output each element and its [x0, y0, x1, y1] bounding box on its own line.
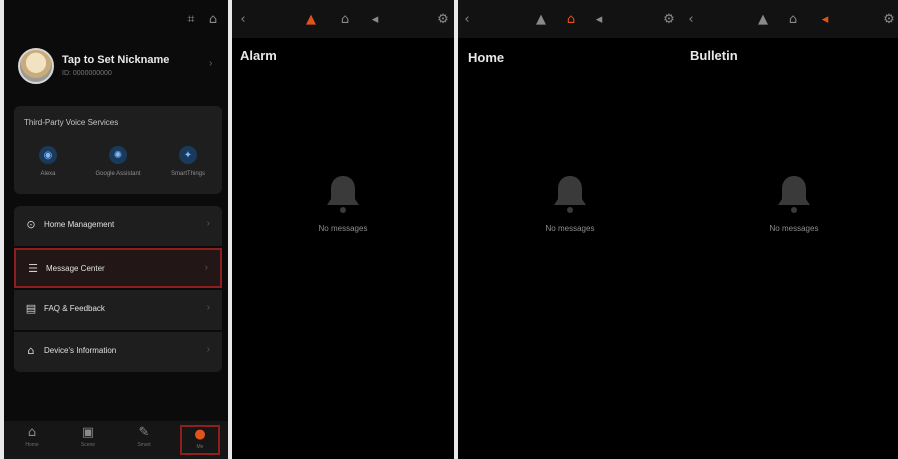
service-alexa[interactable]: ◉ Alexa — [20, 146, 76, 178]
home-tab-icon[interactable]: ⌂ — [562, 10, 580, 28]
alarm-screen: ‹ ▲ ⌂ ◂ ⚙ Alarm No messages — [232, 0, 454, 459]
message-tab-bar: ‹ ▲ ⌂ ◂ ⚙ — [458, 0, 680, 38]
message-icon: ☰ — [28, 262, 38, 275]
chevron-right-icon: › — [204, 262, 208, 273]
device-icon: ⌂ — [27, 344, 35, 357]
bottom-tab-bar: ⌂ Home ▣ Scene ✎ Smart ● Me — [4, 421, 228, 459]
home-icon: ⌂ — [27, 425, 37, 440]
alarm-tab-icon[interactable]: ▲ — [532, 10, 550, 28]
tab-me[interactable]: ● Me — [180, 425, 220, 455]
page-title: Home — [468, 50, 505, 65]
tab-home[interactable]: ⌂ Home — [12, 425, 52, 455]
smartthings-icon: ✦ — [179, 146, 197, 164]
alarm-tab-icon[interactable]: ▲ — [754, 10, 772, 28]
voice-services-card: Third-Party Voice Services ◉ Alexa ✺ Goo… — [14, 106, 222, 194]
menu-home-management[interactable]: ⊙ Home Management › — [14, 206, 222, 246]
bell-icon — [327, 176, 359, 213]
home-tab-icon[interactable]: ⌂ — [784, 10, 802, 28]
back-icon[interactable]: ‹ — [682, 10, 700, 28]
scene-icon: ▣ — [81, 425, 95, 440]
empty-state-text: No messages — [318, 224, 368, 233]
bulletin-tab-icon[interactable]: ◂ — [816, 10, 834, 28]
empty-state-text: No messages — [769, 224, 819, 233]
bell-icon — [778, 176, 810, 213]
home-settings-icon: ⊙ — [26, 218, 36, 231]
faq-icon: ▤ — [25, 302, 37, 315]
home-tab-icon[interactable]: ⌂ — [336, 10, 354, 28]
bulletin-tab-icon[interactable]: ◂ — [366, 10, 384, 28]
me-screen: ⌗ ⌂ Tap to Set Nickname ID: 0000000000 ›… — [4, 0, 228, 459]
nickname[interactable]: Tap to Set Nickname — [62, 54, 169, 66]
bell-icon — [554, 176, 586, 213]
chevron-right-icon: › — [206, 218, 210, 229]
me-icon: ● — [194, 427, 206, 442]
menu-message-center[interactable]: ☰ Message Center › — [14, 248, 222, 288]
home-icon[interactable]: ⌂ — [204, 10, 222, 28]
account-id: ID: 0000000000 — [62, 70, 112, 77]
page-title: Bulletin — [690, 48, 738, 63]
empty-state-text: No messages — [545, 224, 595, 233]
back-icon[interactable]: ‹ — [234, 10, 252, 28]
service-smartthings[interactable]: ✦ SmartThings — [160, 146, 216, 178]
bulletin-screen: ‹ ▲ ⌂ ◂ ⚙ Bulletin No messages — [680, 0, 898, 459]
tab-scene[interactable]: ▣ Scene — [68, 425, 108, 455]
message-tab-bar: ‹ ▲ ⌂ ◂ ⚙ — [680, 0, 898, 38]
page-title: Alarm — [240, 48, 277, 63]
avatar[interactable] — [18, 48, 54, 84]
tab-smart[interactable]: ✎ Smart — [124, 425, 164, 455]
top-bar: ⌗ ⌂ — [4, 0, 228, 38]
smart-icon: ✎ — [138, 425, 150, 440]
chevron-right-icon[interactable]: › — [209, 58, 212, 69]
chevron-right-icon: › — [206, 302, 210, 313]
google-assistant-icon: ✺ — [109, 146, 127, 164]
bulletin-tab-icon[interactable]: ◂ — [590, 10, 608, 28]
home-messages-screen: ‹ ▲ ⌂ ◂ ⚙ Home No messages — [458, 0, 680, 459]
menu-faq-feedback[interactable]: ▤ FAQ & Feedback › — [14, 290, 222, 330]
settings-icon[interactable]: ⚙ — [434, 10, 452, 28]
service-google-assistant[interactable]: ✺ Google Assistant — [90, 146, 146, 178]
scan-icon[interactable]: ⌗ — [182, 10, 200, 28]
menu-device-information[interactable]: ⌂ Device's Information › — [14, 332, 222, 372]
voice-services-title: Third-Party Voice Services — [24, 118, 119, 127]
back-icon[interactable]: ‹ — [458, 10, 476, 28]
alarm-tab-icon[interactable]: ▲ — [302, 10, 320, 28]
alexa-icon: ◉ — [39, 146, 57, 164]
message-tab-bar: ‹ ▲ ⌂ ◂ ⚙ — [232, 0, 454, 38]
settings-icon[interactable]: ⚙ — [880, 10, 898, 28]
chevron-right-icon: › — [206, 344, 210, 355]
settings-icon[interactable]: ⚙ — [660, 10, 678, 28]
